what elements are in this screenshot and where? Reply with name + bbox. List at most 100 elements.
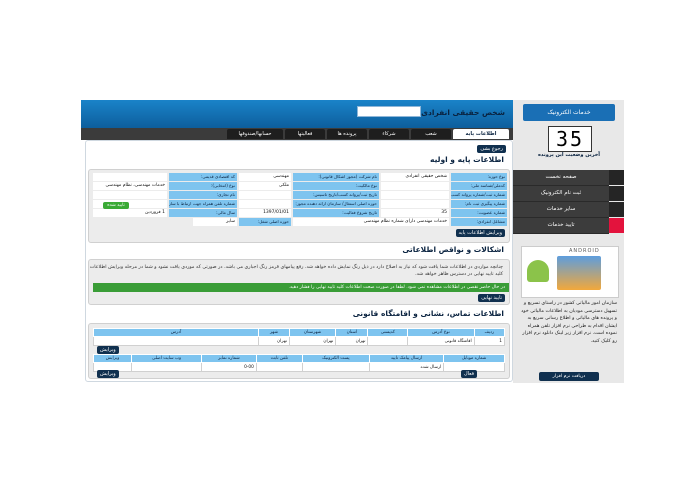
field-label: شماره عضویت: (451, 209, 507, 217)
cell: اقامتگاه قانونی (407, 336, 475, 346)
field-label: کدملی/شناسه ملی: (451, 182, 507, 190)
col-address-type: نوع آدرس (407, 328, 475, 337)
contact-panel: ردیف نوع آدرس کدپستی استان شهرستان شهر آ… (88, 323, 510, 379)
final-approve-button[interactable]: تایید نهایی (478, 294, 505, 302)
field-label: مشاغل انفرادی: (451, 218, 507, 226)
field-label: نام شرکت (مجوز اشکال قانونی): (293, 173, 379, 181)
tab-branches[interactable]: شعب (411, 129, 451, 139)
col-county: شهرستان (288, 328, 337, 337)
field-label: نوع مالکیت: (293, 182, 379, 190)
phone-icon (557, 256, 601, 290)
field-value: 35 (381, 209, 449, 217)
counter-display: 35 (548, 126, 592, 152)
app-window: شخص حقیقی انفرادی اطلاعات پایه شعب شرکاء… (81, 100, 624, 383)
edit-address-button[interactable]: ویرایش (97, 346, 119, 354)
base-row: کدملی/شناسه ملی: نوع مالکیت: ملکی نوع (ا… (93, 182, 507, 190)
table-header-row: ردیف نوع آدرس کدپستی استان شهرستان شهر آ… (93, 328, 506, 337)
field-value: 1397/01/01 (239, 209, 291, 217)
cell (131, 362, 203, 372)
col-city: شهر (258, 328, 290, 337)
cell (255, 362, 303, 372)
field-value: ملکی (239, 182, 291, 190)
col-website: وب سایت اصلی (131, 354, 203, 363)
verified-button[interactable]: تایید شده (103, 202, 129, 209)
cell: 1 (473, 336, 506, 346)
field-label: حوزه اصلی استغال/ سازمان ارائه دهنده مجو… (293, 200, 379, 208)
sidebar-marker (609, 170, 624, 185)
field-value (239, 200, 291, 208)
cell: ارسال شده (368, 362, 445, 372)
col-row: ردیف (473, 328, 506, 337)
sidebar-item-other-services[interactable]: سایر خدمات (513, 202, 609, 218)
main-content: شخص حقیقی انفرادی اطلاعات پایه شعب شرکاء… (81, 100, 513, 383)
field-label: سال مالی: (169, 209, 237, 217)
col-email: پست الکترونیک (301, 354, 370, 363)
col-sms: ارسال پیامک تایید (368, 354, 445, 363)
field-value (93, 191, 167, 199)
table-header-row: شماره موبایل ارسال پیامک تایید پست الکتر… (92, 354, 505, 363)
status-badge: فعال (461, 370, 477, 378)
tab-partners[interactable]: شرکاء (369, 129, 409, 139)
col-mobile: شماره موبایل (443, 354, 505, 363)
cell: تهران (335, 336, 369, 346)
address-table: ردیف نوع آدرس کدپستی استان شهرستان شهر آ… (93, 328, 506, 346)
field-label: کد اقتصادی قدیمی: (169, 173, 237, 181)
base-row: مشاغل انفرادی: خدمات مهندسی دارای شماره … (93, 218, 507, 226)
sidebar-marker (609, 186, 624, 201)
sidebar-item-home[interactable]: صفحه نخست (513, 170, 609, 186)
field-label: حوزه اصلی شغل: (239, 218, 291, 226)
field-value (239, 191, 291, 199)
base-info-title: اطلاعات پایه و اولیه (430, 155, 504, 164)
contact-table: شماره موبایل ارسال پیامک تایید پست الکتر… (92, 354, 505, 372)
cell: 0-00 (201, 362, 257, 372)
base-info-panel: نوع حوزه: شخص حقیقی انفرادی نام شرکت (مج… (88, 169, 510, 243)
cell (93, 336, 259, 346)
field-label: شماره پیگیری ثبت نام: (451, 200, 507, 208)
edit-base-info-button[interactable]: ویرایش اطلاعات پایه (455, 229, 505, 237)
sidebar-item-confirm-services[interactable]: تایید خدمات (513, 218, 609, 234)
issues-title: اشکالات و نواقص اطلاعاتی (402, 245, 504, 254)
cell: تهران (288, 336, 337, 346)
sidebar-marker-active (609, 218, 624, 233)
base-row: نوع حوزه: شخص حقیقی انفرادی نام شرکت (مج… (93, 173, 507, 181)
base-row: شماره ثبت/شماره پروانه کسب: تاریخ ثبت/پر… (93, 191, 507, 199)
field-value (381, 200, 449, 208)
content-panel: رجوع بشی اطلاعات پایه و اولیه نوع حوزه: … (85, 140, 513, 382)
cell (301, 362, 370, 372)
field-value (381, 182, 449, 190)
top-header: شخص حقیقی انفرادی (81, 100, 513, 128)
field-label: نوع حوزه: (451, 173, 507, 181)
sidebar-description: سازمان امور مالیاتی کشور در راستای تسریع… (521, 301, 617, 344)
col-fax: شماره نمابر (201, 354, 257, 363)
field-value: خدمات مهندسی دارای شماره نظام مهندسی (293, 218, 449, 226)
tab-activities[interactable]: فعالیتها (285, 129, 325, 139)
issues-note: چنانچه مواردی در اطلاعات شما یافت شود که… (89, 265, 503, 277)
field-label: تاریخ ثبت/پروانه کسب/تاریخ تاسیس: (293, 191, 379, 199)
field-label: نام تجاری: (169, 191, 237, 199)
back-button[interactable]: رجوع بشی (477, 145, 506, 153)
col-phone: تلفن ثابت (255, 354, 303, 363)
person-type-title: شخص حقیقی انفرادی (421, 108, 505, 117)
field-value (381, 191, 449, 199)
col-province: استان (335, 328, 369, 337)
table-row: 1 اقامتگاه قانونی تهران تهران تهران (93, 336, 506, 346)
table-row: ارسال شده 0-00 (92, 362, 505, 372)
col-address: آدرس (93, 328, 259, 337)
cell (367, 336, 409, 346)
download-app-button[interactable]: دریافت نرم افزار (539, 372, 599, 381)
field-label: نوع (انتخابی): (169, 182, 237, 190)
tab-base-info[interactable]: اطلاعات پایه (453, 129, 509, 139)
cell: تهران (258, 336, 290, 346)
android-label: ANDROID (569, 248, 600, 254)
person-name-field[interactable] (357, 106, 421, 117)
col-edit: ویرایش (92, 354, 133, 363)
sidebar-item-register[interactable]: ثبت نام الکترونیک (513, 186, 609, 202)
no-issues-alert: در حال حاضر نقصی در اطلاعات مشاهده نمی ش… (93, 283, 509, 292)
field-value: سایر (193, 218, 237, 226)
tab-accounts[interactable]: حسابها/صندوقها (227, 129, 283, 139)
field-value (93, 173, 167, 181)
field-value: شخص حقیقی انفرادی (381, 173, 449, 181)
edit-contact-button[interactable]: ویرایش (97, 370, 119, 378)
android-icon (527, 260, 549, 282)
tab-files[interactable]: پرونده ها (327, 129, 367, 139)
